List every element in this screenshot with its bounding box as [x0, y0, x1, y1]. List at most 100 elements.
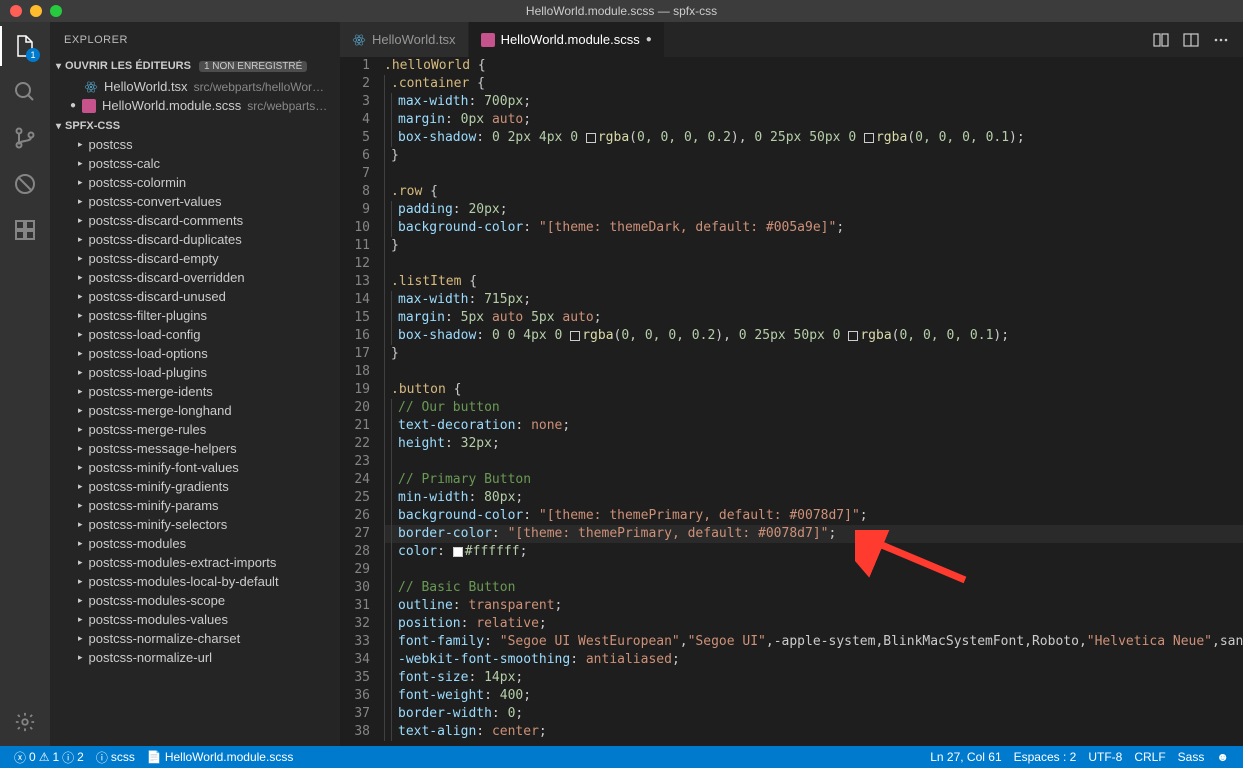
tree-folder[interactable]: ▸postcss-discard-overridden — [50, 268, 340, 287]
tree-folder[interactable]: ▸postcss-merge-rules — [50, 420, 340, 439]
extensions-icon[interactable] — [13, 218, 37, 242]
code-line[interactable]: height: 32px; — [384, 435, 1243, 453]
tree-folder[interactable]: ▸postcss-modules-values — [50, 610, 340, 629]
status-file[interactable]: 📄HelloWorld.module.scss — [141, 750, 299, 764]
debug-icon[interactable] — [13, 172, 37, 196]
more-actions-icon[interactable] — [1213, 32, 1229, 48]
code-line[interactable]: max-width: 715px; — [384, 291, 1243, 309]
code-line[interactable]: margin: 5px auto 5px auto; — [384, 309, 1243, 327]
tree-folder[interactable]: ▸postcss-normalize-charset — [50, 629, 340, 648]
folder-name: postcss-modules-extract-imports — [89, 555, 277, 570]
maximize-window-button[interactable] — [50, 5, 62, 17]
tree-folder[interactable]: ▸postcss-filter-plugins — [50, 306, 340, 325]
editor-area: HelloWorld.tsxHelloWorld.module.scss● 12… — [340, 22, 1243, 746]
tree-folder[interactable]: ▸postcss-discard-empty — [50, 249, 340, 268]
code-line[interactable]: box-shadow: 0 0 4px 0 rgba(0, 0, 0, 0.2)… — [384, 327, 1243, 345]
code-line[interactable]: max-width: 700px; — [384, 93, 1243, 111]
tree-folder[interactable]: ▸postcss-normalize-url — [50, 648, 340, 667]
code-line[interactable]: -webkit-font-smoothing: antialiased; — [384, 651, 1243, 669]
tree-folder[interactable]: ▸postcss-convert-values — [50, 192, 340, 211]
tree-folder[interactable]: ▸postcss-modules — [50, 534, 340, 553]
code-line[interactable]: // Primary Button — [384, 471, 1243, 489]
status-encoding[interactable]: UTF-8 — [1082, 750, 1128, 764]
open-editors-section[interactable]: ▾ OUVRIR LES ÉDITEURS 1 NON ENREGISTRÉ — [50, 57, 340, 75]
tree-folder[interactable]: ▸postcss-modules-extract-imports — [50, 553, 340, 572]
code-line[interactable]: } — [384, 237, 1243, 255]
tree-folder[interactable]: ▸postcss-message-helpers — [50, 439, 340, 458]
settings-gear-icon[interactable] — [13, 710, 37, 734]
tree-folder[interactable]: ▸postcss-discard-duplicates — [50, 230, 340, 249]
code-line[interactable]: outline: transparent; — [384, 597, 1243, 615]
code-line[interactable]: font-weight: 400; — [384, 687, 1243, 705]
status-feedback-icon[interactable]: ☻ — [1210, 750, 1235, 764]
open-editor-item[interactable]: HelloWorld.module.scsssrc/webparts… — [50, 96, 340, 115]
code-line[interactable]: .helloWorld { — [384, 57, 1243, 75]
tree-folder[interactable]: ▸postcss-discard-unused — [50, 287, 340, 306]
tree-folder[interactable]: ▸postcss-minify-font-values — [50, 458, 340, 477]
project-section[interactable]: ▾ SPFX-CSS — [50, 117, 340, 135]
tree-folder[interactable]: ▸postcss-modules-scope — [50, 591, 340, 610]
code-line[interactable]: background-color: "[theme: themeDark, de… — [384, 219, 1243, 237]
code-line[interactable]: text-decoration: none; — [384, 417, 1243, 435]
editor-tab[interactable]: HelloWorld.module.scss● — [469, 22, 665, 57]
code-line[interactable]: color: #ffffff; — [384, 543, 1243, 561]
code-line[interactable]: text-align: center; — [384, 723, 1243, 741]
code-line[interactable]: margin: 0px auto; — [384, 111, 1243, 129]
status-eol[interactable]: CRLF — [1128, 750, 1171, 764]
tree-folder[interactable]: ▸postcss-colormin — [50, 173, 340, 192]
code-line[interactable]: font-family: "Segoe UI WestEuropean","Se… — [384, 633, 1243, 651]
code-line[interactable]: // Our button — [384, 399, 1243, 417]
status-lint[interactable]: ⓘscss — [90, 749, 141, 766]
open-editor-item[interactable]: HelloWorld.tsxsrc/webparts/helloWor… — [50, 77, 340, 96]
status-spaces[interactable]: Espaces : 2 — [1008, 750, 1083, 764]
tree-folder[interactable]: ▸postcss-load-plugins — [50, 363, 340, 382]
tree-folder[interactable]: ▸postcss-calc — [50, 154, 340, 173]
search-icon[interactable] — [13, 80, 37, 104]
code-line[interactable] — [384, 453, 1243, 471]
chevron-right-icon: ▸ — [78, 234, 83, 245]
code-line[interactable]: padding: 20px; — [384, 201, 1243, 219]
code-line[interactable]: } — [384, 345, 1243, 363]
code-line[interactable]: // Basic Button — [384, 579, 1243, 597]
code-line[interactable]: background-color: "[theme: themePrimary,… — [384, 507, 1243, 525]
code-line[interactable] — [384, 363, 1243, 381]
folder-name: postcss-normalize-url — [89, 650, 213, 665]
code-line[interactable]: min-width: 80px; — [384, 489, 1243, 507]
close-window-button[interactable] — [10, 5, 22, 17]
chevron-right-icon: ▸ — [78, 405, 83, 416]
code-line[interactable] — [384, 255, 1243, 273]
status-lang[interactable]: Sass — [1172, 750, 1211, 764]
code-line[interactable] — [384, 165, 1243, 183]
code-line[interactable]: border-color: "[theme: themePrimary, def… — [384, 525, 1243, 543]
tree-folder[interactable]: ▸postcss-discard-comments — [50, 211, 340, 230]
tree-folder[interactable]: ▸postcss-minify-gradients — [50, 477, 340, 496]
status-errors[interactable]: ⓧ0⚠1ⓘ2 — [8, 749, 90, 766]
code-line[interactable]: .row { — [384, 183, 1243, 201]
code-line[interactable]: box-shadow: 0 2px 4px 0 rgba(0, 0, 0, 0.… — [384, 129, 1243, 147]
editor-tab[interactable]: HelloWorld.tsx — [340, 22, 469, 57]
tree-folder[interactable]: ▸postcss-modules-local-by-default — [50, 572, 340, 591]
tree-folder[interactable]: ▸postcss-load-options — [50, 344, 340, 363]
tree-folder[interactable]: ▸postcss-minify-params — [50, 496, 340, 515]
split-editor-icon[interactable] — [1183, 32, 1199, 48]
code-line[interactable]: .button { — [384, 381, 1243, 399]
source-control-icon[interactable] — [13, 126, 37, 150]
code-line[interactable]: .container { — [384, 75, 1243, 93]
tree-folder[interactable]: ▸postcss — [50, 135, 340, 154]
code-line[interactable]: .listItem { — [384, 273, 1243, 291]
tree-folder[interactable]: ▸postcss-merge-longhand — [50, 401, 340, 420]
status-cursor[interactable]: Ln 27, Col 61 — [924, 750, 1007, 764]
tree-folder[interactable]: ▸postcss-load-config — [50, 325, 340, 344]
tree-folder[interactable]: ▸postcss-merge-idents — [50, 382, 340, 401]
code-line[interactable]: border-width: 0; — [384, 705, 1243, 723]
code-line[interactable] — [384, 561, 1243, 579]
folder-name: postcss-modules-values — [89, 612, 228, 627]
tree-folder[interactable]: ▸postcss-minify-selectors — [50, 515, 340, 534]
code-line[interactable]: font-size: 14px; — [384, 669, 1243, 687]
code-line[interactable]: position: relative; — [384, 615, 1243, 633]
folder-name: postcss-minify-font-values — [89, 460, 239, 475]
minimize-window-button[interactable] — [30, 5, 42, 17]
compare-changes-icon[interactable] — [1153, 32, 1169, 48]
code-editor[interactable]: 1234567891011121314151617181920212223242… — [340, 57, 1243, 746]
code-line[interactable]: } — [384, 147, 1243, 165]
